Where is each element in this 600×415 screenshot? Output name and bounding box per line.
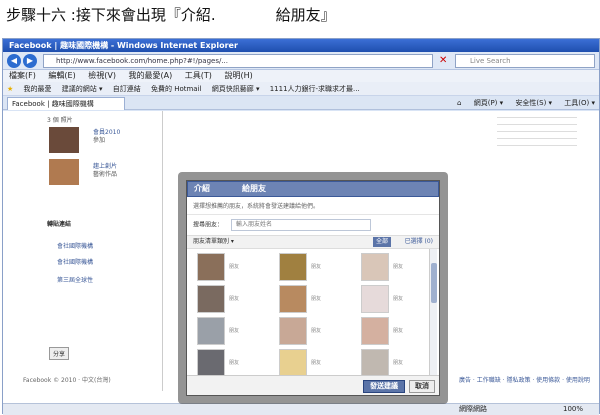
friend-search-row: 搜尋朋友： 輸入朋友姓名 bbox=[187, 215, 439, 235]
menu-item[interactable]: 我的最愛(A) bbox=[129, 71, 173, 80]
right-column bbox=[497, 111, 587, 191]
dialog-overlay: 介紹 給朋友 選擇想推薦的朋友，系統將會發送建議給他們。 搜尋朋友： 輸入朋友姓… bbox=[178, 172, 448, 404]
star-icon: ★ bbox=[7, 85, 14, 93]
favorites-item[interactable]: 免費的 Hotmail bbox=[151, 85, 202, 93]
scrollbar[interactable] bbox=[429, 249, 437, 381]
dialog-footer: 發送建議 取消 bbox=[187, 375, 439, 395]
friend-item[interactable]: 朋友 bbox=[279, 253, 339, 283]
friend-photo[interactable] bbox=[197, 253, 225, 281]
friend-photo[interactable] bbox=[361, 349, 389, 377]
friend-name: 朋友 bbox=[229, 296, 240, 302]
link-item[interactable]: 會社國際機構 bbox=[57, 241, 93, 250]
address-bar[interactable]: http://www.facebook.com/home.php?#!/page… bbox=[43, 54, 433, 68]
event-photo[interactable] bbox=[49, 159, 79, 185]
friend-grid: 朋友 朋友 朋友 朋友 朋友 朋友 朋友 朋友 朋友 朋友 朋友 朋友 bbox=[187, 249, 439, 381]
friend-photo[interactable] bbox=[361, 285, 389, 313]
menu-item[interactable]: 工具(T) bbox=[185, 71, 212, 80]
menu-item[interactable]: 編輯(E) bbox=[48, 71, 75, 80]
friend-item[interactable]: 朋友 bbox=[197, 285, 257, 315]
home-icon[interactable]: ⌂ bbox=[457, 99, 461, 107]
menu-item[interactable]: 檔案(F) bbox=[9, 71, 36, 80]
tools-menu[interactable]: 工具(O) ▾ bbox=[564, 99, 595, 107]
selected-count-tab[interactable]: 已選擇 (0) bbox=[405, 236, 433, 248]
suggest-friends-dialog: 介紹 給朋友 選擇想推薦的朋友，系統將會發送建議給他們。 搜尋朋友： 輸入朋友姓… bbox=[186, 180, 440, 396]
link-item[interactable]: 第三屆全球性 bbox=[57, 275, 93, 284]
friend-item[interactable]: 朋友 bbox=[361, 317, 421, 347]
menu-item[interactable]: 說明(H) bbox=[224, 71, 252, 80]
left-column: 3 個 照片 會員2010 參加 趨上創片 藝術作品 轉貼連結 會社國際機構 會… bbox=[43, 111, 163, 391]
friend-name: 朋友 bbox=[393, 360, 404, 366]
friend-photo[interactable] bbox=[197, 285, 225, 313]
friend-name: 朋友 bbox=[393, 264, 404, 270]
friend-name: 朋友 bbox=[311, 264, 322, 270]
tab-facebook[interactable]: Facebook | 趣味國際機構 bbox=[7, 97, 125, 110]
friend-search-input[interactable]: 輸入朋友姓名 bbox=[230, 219, 371, 231]
friend-item[interactable]: 朋友 bbox=[361, 253, 421, 283]
stop-icon[interactable]: ✕ bbox=[439, 55, 451, 67]
cancel-button[interactable]: 取消 bbox=[409, 380, 435, 393]
friend-name: 朋友 bbox=[311, 360, 322, 366]
footer-links[interactable]: 廣告 · 工作職缺 · 隱私政策 · 使用條款 · 使用說明 bbox=[459, 375, 590, 384]
favorites-item[interactable]: 自訂連結 bbox=[113, 85, 141, 93]
left-item: 3 個 照片 bbox=[47, 117, 73, 124]
page-menu[interactable]: 網頁(P) ▾ bbox=[474, 99, 503, 107]
friend-item[interactable]: 朋友 bbox=[279, 317, 339, 347]
friend-photo[interactable] bbox=[361, 317, 389, 345]
left-item: 參加 bbox=[93, 137, 106, 144]
step-caption: 步驟十六 :接下來會出現『介紹. 給朋友』 bbox=[6, 6, 336, 24]
left-item: 藝術作品 bbox=[93, 171, 118, 178]
friend-name: 朋友 bbox=[229, 328, 240, 334]
select-all-tab[interactable]: 全部 bbox=[372, 237, 391, 247]
friend-photo[interactable] bbox=[279, 349, 307, 377]
friend-list-filter[interactable]: 朋友清單類別 ▾ bbox=[193, 238, 234, 245]
friend-photo[interactable] bbox=[279, 317, 307, 345]
safety-menu[interactable]: 安全性(S) ▾ bbox=[515, 99, 552, 107]
friend-name: 朋友 bbox=[311, 296, 322, 302]
send-suggestion-button[interactable]: 發送建議 bbox=[363, 380, 405, 393]
menu-item[interactable]: 檢視(V) bbox=[88, 71, 116, 80]
friend-name: 朋友 bbox=[393, 296, 404, 302]
friend-item[interactable]: 朋友 bbox=[197, 317, 257, 347]
friend-name: 朋友 bbox=[393, 328, 404, 334]
friend-photo[interactable] bbox=[279, 253, 307, 281]
menu-bar: 檔案(F) 編輯(E) 檢視(V) 我的最愛(A) 工具(T) 說明(H) bbox=[3, 70, 599, 82]
links-header: 轉貼連結 bbox=[47, 221, 72, 228]
favorites-item[interactable]: 1111人力銀行-求職求才最... bbox=[270, 85, 360, 93]
share-button[interactable]: 分享 bbox=[49, 347, 70, 360]
search-label: 搜尋朋友： bbox=[193, 221, 224, 229]
footer-text: Facebook © 2010 · 中文(台灣) bbox=[23, 377, 111, 384]
friend-item[interactable]: 朋友 bbox=[279, 285, 339, 315]
friend-photo[interactable] bbox=[279, 285, 307, 313]
dialog-title: 介紹 給朋友 bbox=[187, 181, 439, 197]
friend-item[interactable]: 朋友 bbox=[361, 285, 421, 315]
friend-photo[interactable] bbox=[197, 349, 225, 377]
zoom-level[interactable]: 100% bbox=[563, 404, 583, 415]
friend-name: 朋友 bbox=[311, 328, 322, 334]
friend-photo[interactable] bbox=[361, 253, 389, 281]
event-photo[interactable] bbox=[49, 127, 79, 153]
forward-icon[interactable]: ▶ bbox=[23, 54, 37, 68]
favorites-item[interactable]: 建議的網站 ▾ bbox=[62, 85, 103, 93]
favorites-item[interactable]: 網頁快訊藝廊 ▾ bbox=[212, 85, 260, 93]
friend-item[interactable]: 朋友 bbox=[197, 253, 257, 283]
back-icon[interactable]: ◀ bbox=[7, 54, 21, 68]
friend-name: 朋友 bbox=[229, 264, 240, 270]
status-bar: 網際網路 100% bbox=[3, 403, 599, 415]
address-row: ◀ ▶ http://www.facebook.com/home.php?#!/… bbox=[3, 52, 599, 70]
friend-name: 朋友 bbox=[229, 360, 240, 366]
favorites-item[interactable]: 我的最愛 bbox=[24, 85, 52, 93]
favorites-bar: ★ 我的最愛 建議的網站 ▾ 自訂連結 免費的 Hotmail 網頁快訊藝廊 ▾… bbox=[3, 82, 599, 96]
zone-label: 網際網路 bbox=[459, 405, 487, 413]
dialog-subtitle: 選擇想推薦的朋友，系統將會發送建議給他們。 bbox=[187, 197, 439, 215]
command-bar: ⌂ 網頁(P) ▾ 安全性(S) ▾ 工具(O) ▾ bbox=[447, 97, 595, 109]
right-text-block bbox=[497, 111, 577, 151]
filter-row: 朋友清單類別 ▾ 全部 已選擇 (0) bbox=[187, 235, 439, 249]
tab-row: Facebook | 趣味國際機構 ⌂ 網頁(P) ▾ 安全性(S) ▾ 工具(… bbox=[3, 96, 599, 110]
scroll-thumb[interactable] bbox=[431, 263, 437, 303]
link-item[interactable]: 會社國際機構 bbox=[57, 257, 93, 266]
friend-photo[interactable] bbox=[197, 317, 225, 345]
window-title: Facebook | 趣味國際機構 - Windows Internet Exp… bbox=[3, 39, 599, 52]
live-search-input[interactable]: Live Search bbox=[455, 54, 595, 68]
